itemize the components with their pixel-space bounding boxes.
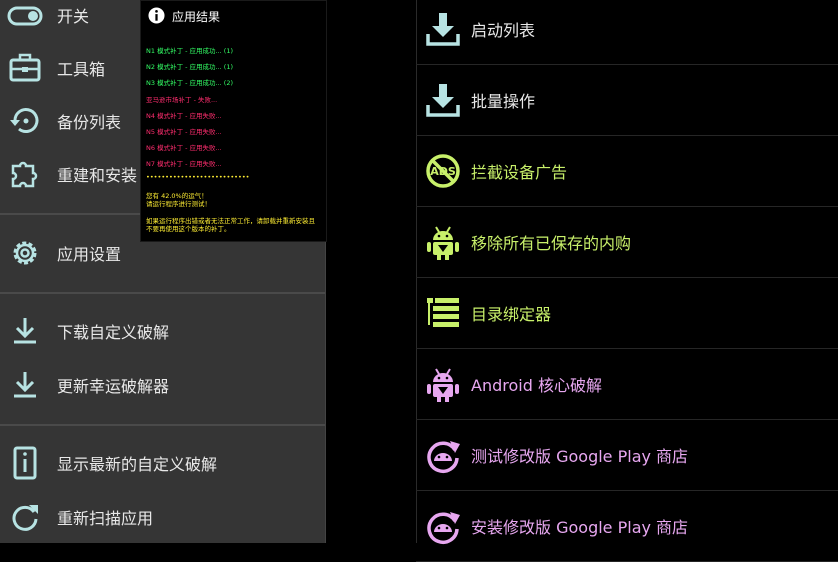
drawer-divider: [0, 292, 325, 294]
result-line: N2 模式补丁 - 应用成功... (1): [146, 63, 234, 71]
svg-text:ADS: ADS: [430, 165, 456, 178]
android-download-icon: [427, 368, 459, 402]
list-item-label: 启动列表: [471, 21, 536, 40]
drawer-item-label: 备份列表: [57, 113, 122, 132]
result-line: N7 模式补丁 - 应用失败...: [146, 160, 222, 168]
result-line: N1 模式补丁 - 应用成功... (1): [146, 47, 234, 55]
drawer-item-download-custom-patches[interactable]: 下载自定义破解: [0, 304, 325, 358]
dialog-title: 应用结果: [172, 10, 221, 24]
toolbox-list: 启动列表 批量操作 ADS 拦截设备广告 移除所有已保存的内购 目录绑定器 An…: [326, 0, 838, 562]
list-item-test-modified-play-store[interactable]: 测试修改版 Google Play 商店: [416, 420, 838, 491]
drawer-item-label: 下载自定义破解: [57, 323, 170, 342]
dialog-header: 应用结果: [141, 1, 326, 31]
ads-block-icon: ADS: [426, 154, 460, 188]
download-icon: [14, 318, 36, 344]
result-line: N5 模式补丁 - 应用失败...: [146, 128, 222, 136]
drawer-item-label: 开关: [57, 7, 90, 26]
drawer-divider: [0, 424, 325, 426]
list-item-label: 拦截设备广告: [471, 163, 568, 182]
list-item-label: Android 核心破解: [471, 376, 602, 395]
drawer-item-rescan-apps[interactable]: 重新扫描应用: [0, 490, 325, 544]
document-info-icon: [13, 446, 37, 480]
result-line: 不要再使用这个版本的补丁。: [146, 225, 231, 233]
info-icon: [148, 7, 165, 24]
download-tray-icon: [426, 13, 460, 46]
drawer-item-label: 更新幸运破解器: [57, 377, 170, 396]
toolbox-icon: [9, 53, 41, 82]
toggle-icon: [7, 6, 43, 26]
backup-restore-icon: [10, 108, 39, 133]
list-item-label: 目录绑定器: [471, 305, 552, 324]
drawer-item-label: 工具箱: [57, 60, 106, 79]
android-refresh-icon: [427, 441, 460, 473]
drawer-item-label: 重建和安装: [57, 166, 138, 185]
result-dialog: 应用结果 N1 模式补丁 - 应用成功... (1) N2 模式补丁 - 应用成…: [140, 0, 327, 242]
list-item-batch-operations[interactable]: 批量操作: [416, 65, 838, 136]
gear-icon: [13, 241, 37, 265]
result-line: 亚马逊市场补丁 - 失败...: [146, 96, 218, 104]
list-item-install-modified-play-store[interactable]: 安装修改版 Google Play 商店: [416, 491, 838, 562]
list-item-android-core-patch[interactable]: Android 核心破解: [416, 349, 838, 420]
drawer-item-show-latest-custom-patches[interactable]: 显示最新的自定义破解: [0, 436, 325, 490]
list-item-boot-list[interactable]: 启动列表: [416, 0, 838, 65]
list-item-remove-saved-purchases[interactable]: 移除所有已保存的内购: [416, 207, 838, 278]
drawer-item-label: 重新扫描应用: [57, 509, 154, 528]
android-refresh-icon: [427, 512, 460, 544]
drawer-item-label: 应用设置: [57, 245, 122, 264]
list-item-label: 测试修改版 Google Play 商店: [471, 447, 689, 466]
result-line: N3 模式补丁 - 应用成功... (2): [146, 79, 234, 87]
download-tray-icon: [426, 84, 460, 117]
result-line: N6 模式补丁 - 应用失败...: [146, 144, 222, 152]
puzzle-icon: [11, 161, 38, 188]
result-line: 请运行程序进行测试！: [146, 200, 211, 208]
refresh-icon: [12, 505, 38, 531]
list-item-label: 批量操作: [471, 92, 536, 111]
result-divider: •••••••••••••••••••••••••••: [146, 173, 250, 181]
android-download-icon: [427, 226, 459, 260]
list-item-block-ads[interactable]: ADS 拦截设备广告: [416, 136, 838, 207]
list-item-label: 移除所有已保存的内购: [471, 234, 632, 253]
result-line: N4 模式补丁 - 应用失败...: [146, 112, 222, 120]
drawer-item-update-lucky-patcher[interactable]: 更新幸运破解器: [0, 358, 325, 412]
drawer-item-label: 显示最新的自定义破解: [57, 455, 218, 474]
list-binder-icon: [427, 298, 459, 327]
list-item-directory-binder[interactable]: 目录绑定器: [416, 278, 838, 349]
list-item-label: 安装修改版 Google Play 商店: [471, 518, 689, 537]
download-icon: [14, 372, 36, 398]
